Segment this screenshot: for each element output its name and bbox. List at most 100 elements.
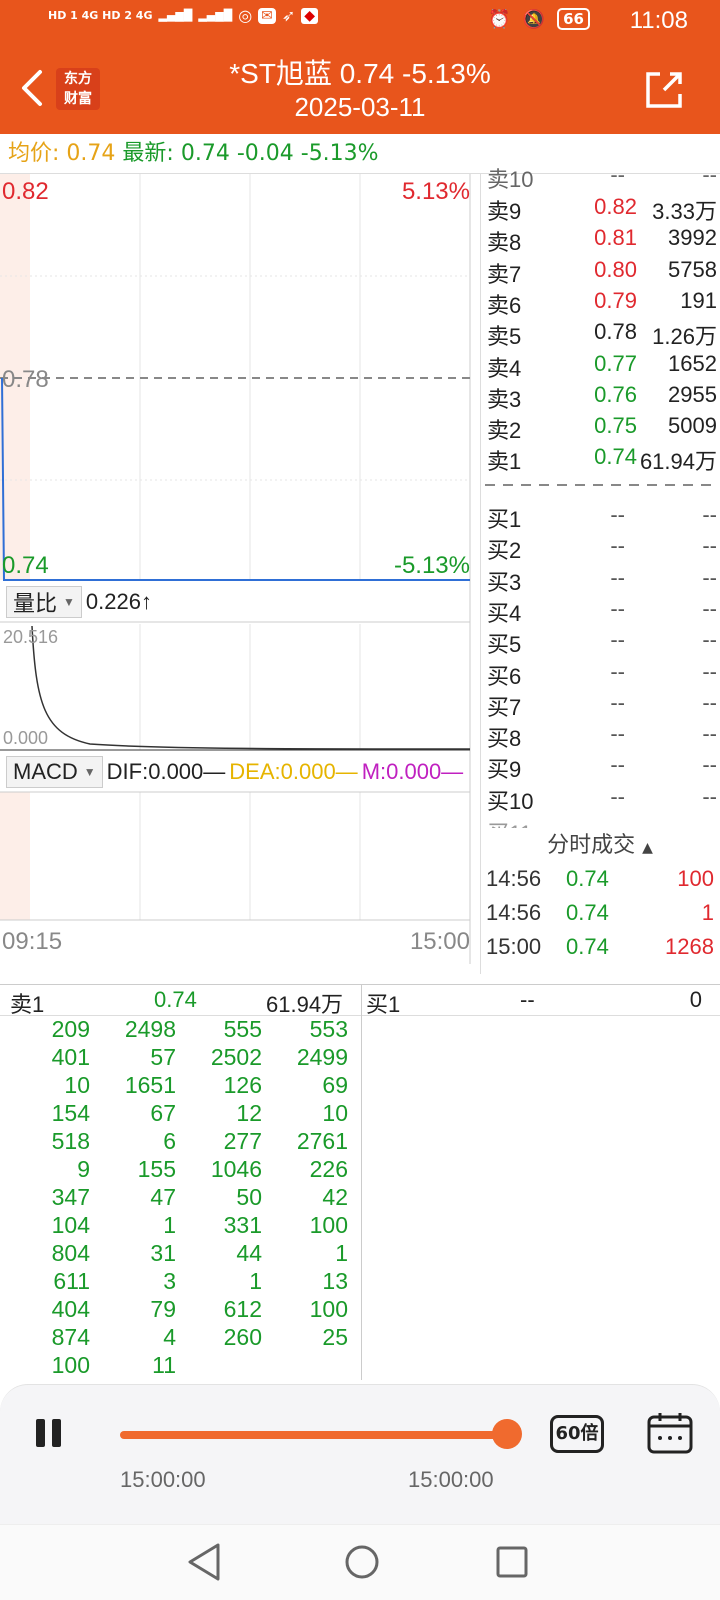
external-link-icon [646,72,682,108]
nav-back-icon[interactable] [188,1543,220,1581]
ob-divider [485,484,717,486]
queue-cell: 12 [236,1100,262,1126]
ob-price: 0.80 [594,256,637,282]
ob-volume: -- [702,658,717,684]
ob-label: 卖1 [487,449,522,475]
playback-slider[interactable] [120,1431,508,1439]
calendar-button[interactable] [646,1411,694,1455]
slider-thumb[interactable] [492,1419,522,1449]
battery-level: 66 [557,8,590,30]
ob-sell-row: 卖9 0.82 3.33万 [481,192,720,224]
ob-buy-row: 买1 -- -- [481,500,720,532]
queue-row: 154 67 12 10 [0,1100,361,1128]
status-right: ⏰ 🔕 66 [488,8,590,30]
ob-price: -- [610,689,625,715]
mute-icon: 🔕 [522,8,546,30]
tick-volume: 100 [677,866,714,891]
queue-cell: 2499 [296,1044,348,1070]
queue-cell: 401 [51,1044,90,1070]
price-axis-high: 0.82 [2,178,49,205]
queue-cell: 226 [309,1156,348,1182]
playback-current-time: 15:00:00 [408,1467,494,1492]
alarm-icon: ⏰ [488,8,511,30]
queue-cell: 347 [51,1184,90,1210]
ob-label: 卖3 [487,386,522,412]
ob-price: -- [610,502,625,527]
game-icon: ◆ [301,7,319,24]
ob-buy-row: 买4 -- -- [481,594,720,626]
ticks-header[interactable]: 分时成交 ▲ [480,826,720,866]
clock: 11:08 [629,7,688,34]
queue-cell: 67 [150,1100,176,1126]
ob-price: -- [610,658,625,684]
ob-buy-row: 买3 -- -- [481,563,720,595]
queue-cell: 553 [309,1016,348,1042]
ob-volume: 3992 [668,225,717,251]
ob-volume: -- [702,595,717,621]
indicator-select-macd[interactable]: MACD ▼ [6,756,103,788]
queue-row: 611 3 1 13 [0,1268,361,1296]
hotspot-icon: ◎ [238,6,253,25]
queue-cell: 804 [51,1240,90,1266]
indicator-select-ratio[interactable]: 量比 ▼ [6,586,82,618]
queue-row: 874 4 260 25 [0,1324,361,1352]
queue-cell: 42 [322,1184,348,1210]
nav-recents-icon[interactable] [496,1546,528,1578]
ob-price: -- [610,564,625,590]
ob-volume: 1652 [668,350,717,376]
tick-time: 15:00 [486,934,542,959]
tick-volume: 1 [701,900,714,925]
tick-volume: 1268 [665,934,714,959]
time-axis-start: 09:15 [2,928,63,955]
ob-price: 0.78 [594,319,637,345]
ob-price: 0.76 [594,381,637,407]
macd-dea: DEA:0.000— [229,759,358,784]
queue-cell: 104 [51,1212,90,1238]
intraday-chart[interactable]: 0.82 5.13% 0.78 0.74 -5.13% 量比 ▼ 0.226↑ … [0,174,480,974]
ob-volume: 1.26万 [652,324,717,350]
ratio-min: 0.000 [3,728,49,748]
queue-row: 404 79 612 100 [0,1296,361,1324]
ob-label: 卖2 [487,418,522,444]
speed-button[interactable]: 60倍 [550,1415,604,1453]
queue-cell: 100 [309,1296,348,1322]
ob-price: -- [610,783,625,809]
queue-cell: 4 [163,1324,176,1350]
detail-header: 卖1 0.74 61.94万 买1 -- 0 [0,984,720,1017]
pause-button[interactable] [34,1419,66,1451]
nav-home-icon[interactable] [345,1545,379,1579]
system-nav-bar [0,1524,720,1600]
ob-label: 卖6 [487,292,522,318]
ob-price: -- [610,595,625,621]
ob-buy-row: 买7 -- -- [481,688,720,720]
sim-signal-label: HD 1 4G HD 2 4G [48,9,153,22]
queue-cell: 2761 [296,1128,348,1154]
share-button[interactable] [642,68,686,112]
queue-cell: 1 [335,1240,348,1266]
queue-cell: 10 [322,1100,348,1126]
queue-cell: 1046 [210,1156,262,1182]
queue-cell: 874 [51,1324,90,1350]
ob-label: 卖5 [487,324,522,350]
ob-volume: -- [702,502,717,527]
price-change-pct: -5.13% [300,141,379,166]
queue-cell: 611 [53,1268,90,1294]
queue-row: 100 11 [0,1352,361,1380]
queue-cell: 404 [51,1296,90,1322]
ob-price: 0.75 [594,413,637,439]
queue-cell: 50 [236,1184,262,1210]
queue-row: 804 31 44 1 [0,1240,361,1268]
price-axis-mid: 0.78 [2,366,49,393]
queue-cell: 518 [51,1128,90,1154]
ob-label: 买9 [487,757,522,783]
tick-price: 0.74 [566,900,609,925]
queue-cell: 10 [64,1072,90,1098]
ob-sell-10-partial: 卖10 -- -- [487,162,717,192]
status-bar: HD 1 4G HD 2 4G ▂▄▆█ ▂▄▆█ ◎ ✉ ➶ ◆ ⏰ 🔕 66… [0,0,720,44]
time-axis-end: 15:00 [409,928,470,955]
ob-volume: 5758 [668,256,717,282]
nav-bar: 东方 财富 *ST旭蓝 0.74 -5.13% 2025-03-11 [0,48,720,134]
ob-price: -- [610,721,625,747]
ob-label: 卖4 [487,355,522,381]
avg-label: 均价: [8,141,60,166]
